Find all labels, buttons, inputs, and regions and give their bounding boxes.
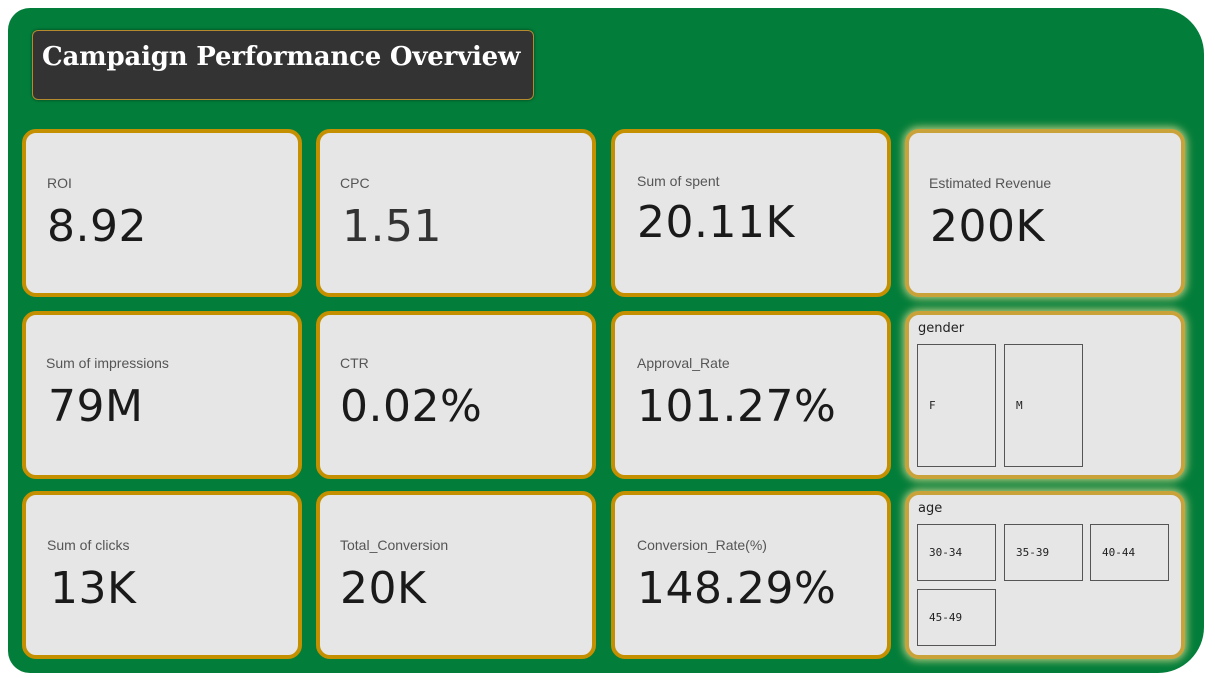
kpi-label: Total_Conversion [340, 537, 449, 553]
kpi-card-total-conversion[interactable]: Total_Conversion 20K [316, 491, 596, 659]
kpi-label: CPC [340, 175, 370, 191]
gender-option-m[interactable]: M [1004, 344, 1083, 467]
kpi-value: 20K [340, 563, 427, 614]
gender-slicer: gender F M [905, 311, 1185, 479]
kpi-card-roi[interactable]: ROI 8.92 [22, 129, 302, 297]
kpi-value: 1.51 [342, 201, 442, 252]
dashboard-canvas: Campaign Performance Overview ROI 8.92 C… [8, 8, 1204, 673]
title-banner: Campaign Performance Overview [32, 30, 534, 100]
kpi-value: 101.27% [637, 381, 837, 432]
slicer-title: gender [918, 321, 965, 336]
kpi-value: 79M [48, 381, 144, 432]
kpi-label: Conversion_Rate(%) [637, 537, 767, 553]
age-option-35-39[interactable]: 35-39 [1004, 524, 1083, 581]
kpi-value: 200K [930, 201, 1045, 252]
kpi-value: 13K [50, 563, 137, 614]
kpi-label: Estimated Revenue [929, 175, 1052, 191]
kpi-card-revenue[interactable]: Estimated Revenue 200K [905, 129, 1185, 297]
kpi-card-impressions[interactable]: Sum of impressions 79M [22, 311, 302, 479]
kpi-card-ctr[interactable]: CTR 0.02% [316, 311, 596, 479]
age-option-45-49[interactable]: 45-49 [917, 589, 996, 646]
age-option-30-34[interactable]: 30-34 [917, 524, 996, 581]
kpi-label: Sum of clicks [47, 537, 130, 553]
kpi-label: Sum of impressions [46, 355, 169, 371]
kpi-card-clicks[interactable]: Sum of clicks 13K [22, 491, 302, 659]
kpi-label: Approval_Rate [637, 355, 730, 371]
kpi-card-approval-rate[interactable]: Approval_Rate 101.27% [611, 311, 891, 479]
kpi-card-cpc[interactable]: CPC 1.51 [316, 129, 596, 297]
age-slicer: age 30-34 35-39 40-44 45-49 [905, 491, 1185, 659]
kpi-value: 20.11K [637, 197, 795, 248]
kpi-card-conversion-rate[interactable]: Conversion_Rate(%) 148.29% [611, 491, 891, 659]
slicer-title: age [918, 501, 943, 516]
kpi-card-spent[interactable]: Sum of spent 20.11K [611, 129, 891, 297]
page-title: Campaign Performance Overview [42, 42, 521, 72]
kpi-value: 0.02% [340, 381, 483, 432]
kpi-label: Sum of spent [637, 173, 720, 189]
kpi-value: 148.29% [637, 563, 837, 614]
gender-option-f[interactable]: F [917, 344, 996, 467]
kpi-value: 8.92 [47, 201, 147, 252]
age-option-40-44[interactable]: 40-44 [1090, 524, 1169, 581]
kpi-label: ROI [47, 175, 72, 191]
kpi-label: CTR [340, 355, 369, 371]
